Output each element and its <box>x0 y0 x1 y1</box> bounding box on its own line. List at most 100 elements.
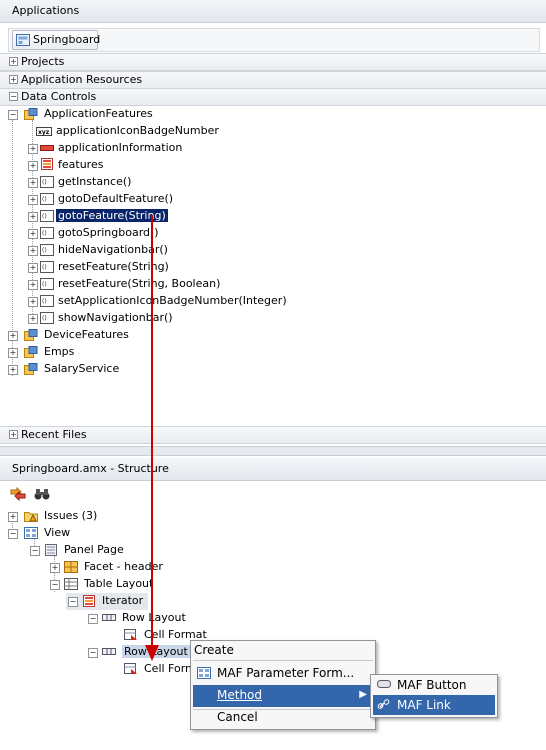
method-icon: () <box>40 193 54 205</box>
svg-text:(): () <box>42 281 47 288</box>
menu-item-label: MAF Button <box>397 678 467 692</box>
expand-icon: + <box>8 512 18 522</box>
projects-label: Projects <box>21 55 65 68</box>
method-icon: () <box>40 210 54 222</box>
collapse-icon: − <box>8 110 18 120</box>
row-layout-icon <box>102 648 116 655</box>
expand-icon: + <box>28 212 38 222</box>
svg-text:(): () <box>42 247 47 254</box>
folder-warning-icon <box>24 512 38 522</box>
tree-node-label: applicationIconBadgeNumber <box>56 124 219 137</box>
facet-icon <box>64 561 78 573</box>
method-icon: () <box>40 261 54 273</box>
method-icon: () <box>40 227 54 239</box>
object-icon <box>40 145 54 151</box>
projects-section[interactable]: + Projects <box>0 53 546 71</box>
collapse-icon: − <box>50 580 60 590</box>
link-icon <box>377 699 390 709</box>
expand-icon: + <box>28 229 38 239</box>
data-controls-tree: − ApplicationFeatures xyz applicationIco… <box>0 106 546 424</box>
structure-node-label: Iterator <box>102 594 144 607</box>
binoculars-icon[interactable] <box>34 487 50 501</box>
recent-files-section[interactable]: + Recent Files <box>0 426 546 444</box>
expand-icon: + <box>28 297 38 307</box>
view-icon <box>24 527 38 539</box>
method-icon: () <box>40 176 54 188</box>
svg-text:(): () <box>42 196 47 203</box>
menu-item-label: MAF Link <box>397 698 451 712</box>
springboard-button[interactable]: Springboard <box>12 30 101 50</box>
svg-text:(): () <box>42 213 47 220</box>
collapse-icon: − <box>68 597 78 607</box>
menu-item-label: MAF Parameter Form... <box>217 666 355 680</box>
button-icon <box>377 680 391 688</box>
structure-node-iterator[interactable]: − Iterator <box>66 593 148 610</box>
panel-splitter[interactable] <box>0 446 546 456</box>
context-menu: Create MAF Parameter Form... Method ▶ Ca… <box>190 640 376 730</box>
tree-node-label: gotoDefaultFeature() <box>58 192 174 205</box>
svg-text:(): () <box>42 264 47 271</box>
submenu-item-maf-link[interactable]: MAF Link <box>373 695 495 715</box>
method-icon: () <box>40 312 54 324</box>
method-icon: () <box>40 244 54 256</box>
method-submenu: MAF Button MAF Link <box>370 674 498 718</box>
parameter-form-icon <box>197 667 211 679</box>
expand-icon: + <box>28 161 38 171</box>
svg-text:(): () <box>42 179 47 186</box>
svg-text:xyz: xyz <box>38 129 50 136</box>
springboard-label: Springboard <box>33 33 101 46</box>
cell-format-icon <box>124 663 137 674</box>
expand-icon: + <box>28 280 38 290</box>
expand-icon: + <box>28 178 38 188</box>
structure-toggle-icon[interactable] <box>10 487 26 501</box>
tree-node-label: setApplicationIconBadgeNumber(Integer) <box>58 294 287 307</box>
row-layout-icon <box>102 614 116 621</box>
applications-panel-header: Applications <box>0 0 546 23</box>
iterator-icon <box>83 595 95 607</box>
collapse-icon: − <box>88 648 98 658</box>
applications-title: Applications <box>12 4 80 17</box>
attribute-icon: xyz <box>36 127 52 136</box>
expand-icon: + <box>8 331 18 341</box>
structure-node-label: Issues (3) <box>44 509 98 522</box>
page-icon <box>45 544 57 556</box>
app-resources-label: Application Resources <box>21 73 143 86</box>
data-control-icon <box>24 363 38 375</box>
recent-files-label: Recent Files <box>21 428 87 441</box>
method-icon: () <box>40 295 54 307</box>
menu-item-maf-parameter-form[interactable]: MAF Parameter Form... <box>193 663 373 685</box>
collection-icon <box>41 158 53 170</box>
submenu-arrow-icon: ▶ <box>359 689 367 700</box>
tree-node-label: ApplicationFeatures <box>44 107 153 120</box>
svg-text:(): () <box>42 298 47 305</box>
data-control-icon <box>24 346 38 358</box>
expand-icon: + <box>28 195 38 205</box>
menu-header: Create <box>194 643 234 657</box>
submenu-item-maf-button[interactable]: MAF Button <box>373 675 495 695</box>
collapse-icon: − <box>8 529 18 539</box>
tree-node-label: applicationInformation <box>58 141 183 154</box>
data-control-icon <box>24 329 38 341</box>
method-icon: () <box>40 278 54 290</box>
expand-icon: + <box>9 430 18 439</box>
svg-text:(): () <box>42 230 47 237</box>
expand-icon: + <box>8 348 18 358</box>
structure-panel-header: Springboard.amx - Structure <box>0 458 546 481</box>
expand-icon: + <box>28 246 38 256</box>
expand-icon: + <box>50 563 60 573</box>
data-controls-section[interactable]: − Data Controls <box>0 88 546 106</box>
tree-node-label: Emps <box>44 345 75 358</box>
tree-node-label: DeviceFeatures <box>44 328 129 341</box>
cell-format-icon <box>124 629 137 640</box>
expand-icon: + <box>28 263 38 273</box>
menu-item-method[interactable]: Method ▶ <box>193 685 373 707</box>
structure-node-label: View <box>44 526 71 539</box>
structure-node-label: Panel Page <box>64 543 124 556</box>
springboard-icon <box>16 34 30 46</box>
tree-node-label: getInstance() <box>58 175 132 188</box>
menu-item-cancel[interactable]: Cancel <box>193 707 373 729</box>
svg-text:(): () <box>42 315 47 322</box>
data-controls-label: Data Controls <box>21 90 97 103</box>
app-resources-section[interactable]: + Application Resources <box>0 71 546 89</box>
drag-arrow <box>145 215 159 661</box>
